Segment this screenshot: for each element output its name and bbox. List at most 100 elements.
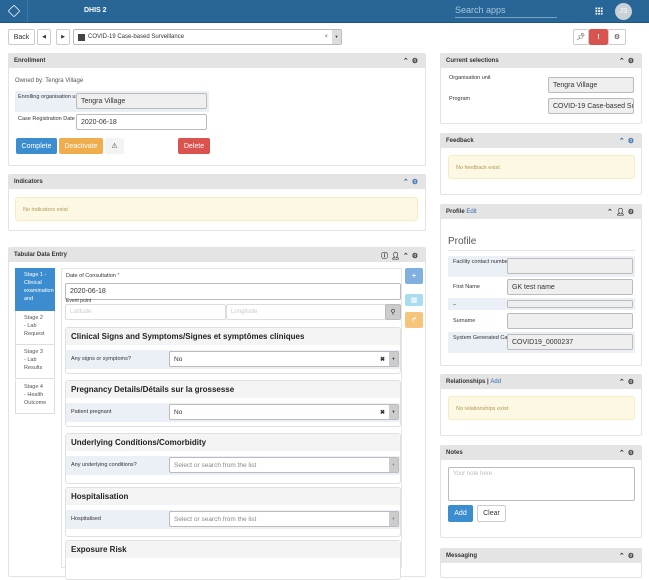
indicators-empty: No indicators exist xyxy=(15,197,418,221)
note-textarea[interactable]: Your note here xyxy=(448,467,635,501)
widget-title: Profile xyxy=(446,209,465,215)
date-label: Case Registration Date xyxy=(18,116,75,122)
pin-icon[interactable]: 📌︎ xyxy=(573,29,589,45)
collapse-user-settings-icons[interactable]: ⌃👤︎⚙ xyxy=(607,208,637,216)
org-unit-label: Organisation unit xyxy=(449,75,491,81)
collapse-settings-icons[interactable]: ⌃⚙ xyxy=(619,57,637,65)
collapse-settings-icons[interactable]: ⌃⚙ xyxy=(619,552,637,560)
section-title: Underlying Conditions/Comorbidity xyxy=(66,434,400,451)
profile-widget: Profile Edit ⌃👤︎⚙ Profile Facility contac… xyxy=(440,204,642,366)
longitude-input[interactable]: Longitude xyxy=(226,304,386,320)
signs-symptoms-select[interactable]: No ✖ ▼ xyxy=(169,351,399,367)
current-selections-widget: Current selections ⌃⚙ Organisation unit T… xyxy=(440,53,642,124)
section-title: Exposure Risk xyxy=(66,541,400,558)
chevron-down-icon: ▼ xyxy=(389,352,398,366)
add-note-button[interactable]: Add xyxy=(448,505,473,522)
clear-note-button[interactable]: Clear xyxy=(477,505,506,522)
collapse-settings-icons[interactable]: ⌃⚙ xyxy=(619,137,637,145)
add-relationship-link[interactable]: Add xyxy=(490,379,501,385)
case-id-field[interactable]: COVID19_0000237 xyxy=(507,334,633,350)
clear-icon: ✖ xyxy=(379,357,385,363)
add-event-button[interactable]: + xyxy=(405,268,423,284)
widget-title: Messaging xyxy=(446,553,478,559)
messaging-widget: Messaging ⌃⚙ xyxy=(440,548,642,578)
collapse-settings-icons[interactable]: ⌃⚙ xyxy=(619,378,637,386)
chevron-down-icon[interactable]: ▼ xyxy=(332,30,341,44)
section-title: Clinical Signs and Symptoms/Signes et sy… xyxy=(66,328,400,345)
search-apps-input[interactable]: Search apps xyxy=(455,5,557,18)
field-label: Patient pregnant xyxy=(71,409,112,415)
section-title: Hospitalisation xyxy=(66,488,400,505)
hospitalised-select[interactable]: Select or search from the list ▼ xyxy=(169,511,399,527)
widget-title: Enrollment xyxy=(14,58,46,64)
feedback-widget: Feedback ⌃⚙ No feedback exist xyxy=(440,133,642,195)
collapse-settings-icons[interactable]: ⌃⚙ xyxy=(403,57,421,65)
section-clinical-signs: Clinical Signs and Symptoms/Signes et sy… xyxy=(65,327,401,374)
org-unit-field: Tengra Village xyxy=(76,93,207,109)
chevron-down-icon: ▼ xyxy=(389,458,398,472)
map-marker-icon[interactable]: ⚲ xyxy=(385,304,401,320)
surname-field[interactable] xyxy=(507,313,633,329)
back-button[interactable]: Back xyxy=(8,29,35,45)
deactivate-button[interactable]: Deactivate xyxy=(59,138,103,154)
facility-contact-field[interactable] xyxy=(507,258,633,274)
stage-tab-2[interactable]: Stage 2 - Lab Request xyxy=(15,311,55,345)
section-hospitalisation: Hospitalisation Hospitalised Select or se… xyxy=(65,487,401,537)
alert-icon[interactable]: ! xyxy=(589,29,608,45)
app-title: DHIS 2 xyxy=(84,7,107,14)
field-label: First Name xyxy=(453,284,480,290)
registration-date-input[interactable]: 2020-06-18 xyxy=(76,114,207,130)
widget-title: Tabular Data Entry xyxy=(14,252,67,258)
warning-icon[interactable]: ⚠ xyxy=(105,138,124,154)
org-unit-label: Enrolling organisation unit xyxy=(18,94,82,100)
section-title: Pregnancy Details/Détails sur la grosses… xyxy=(66,381,400,398)
calendar-icon[interactable]: ▦ xyxy=(405,294,423,306)
chevron-down-icon: ▼ xyxy=(389,512,398,526)
relationships-widget: Relationships | Add ⌃⚙ No relationships e… xyxy=(440,374,642,436)
field-label: Any signs or symptoms? xyxy=(71,356,131,362)
first-name-field[interactable]: GK test name xyxy=(507,279,633,295)
latitude-input[interactable]: Latitude xyxy=(65,304,226,320)
widget-title: Current selections xyxy=(446,58,499,64)
clear-icon[interactable]: × xyxy=(324,34,328,40)
relationships-empty: No relationships exist xyxy=(448,396,635,420)
avatar[interactable]: JS xyxy=(615,3,632,20)
stage-tab-4[interactable]: Stage 4 - Health Outcome xyxy=(15,380,55,414)
feedback-empty: No feedback exist xyxy=(448,155,635,179)
collapse-settings-icons[interactable]: ⌃⚙ xyxy=(403,178,421,186)
widget-header: Enrollment ⌃⚙ xyxy=(9,54,425,68)
indicators-widget: Indicators ⌃⚙ No indicators exist xyxy=(8,174,426,231)
profile-heading: Profile xyxy=(448,236,477,247)
section-pregnancy: Pregnancy Details/Détails sur la grosses… xyxy=(65,380,401,427)
previous-button[interactable]: ◀ xyxy=(37,29,51,45)
program-select[interactable]: COVID-19 Case-based Surveillance × ▼ xyxy=(73,29,342,45)
program-icon xyxy=(78,33,85,41)
delete-button[interactable]: Delete xyxy=(178,138,210,154)
widget-title: Indicators xyxy=(14,179,43,185)
program-field: COVID-19 Case-based Surveillance xyxy=(548,98,634,114)
stage-tab-1[interactable]: Stage 1 - Clinical examination and xyxy=(15,268,55,311)
section-underlying-conditions: Underlying Conditions/Comorbidity Any un… xyxy=(65,433,401,484)
widget-title: Notes xyxy=(446,450,463,456)
info-user-collapse-settings-icons[interactable]: ⓘ👤︎⌃⚙ xyxy=(381,251,421,261)
underlying-conditions-select[interactable]: Select or search from the list ▼ xyxy=(169,457,399,473)
notes-widget: Notes ⌃⚙ Your note here Add Clear xyxy=(440,445,642,538)
gear-icon[interactable]: ⚙ xyxy=(608,29,626,45)
stage-tab-3[interactable]: Stage 3 - Lab Results xyxy=(15,345,55,379)
widget-title: Relationships | xyxy=(446,379,489,385)
complete-button[interactable]: Complete xyxy=(16,138,57,154)
field-label: Any underlying conditions? xyxy=(71,462,137,468)
profile-field[interactable] xyxy=(507,300,633,308)
field-label: Hospitalised xyxy=(71,516,101,522)
apps-grid-icon[interactable] xyxy=(595,7,603,15)
share-icon[interactable]: ↱ xyxy=(405,312,423,328)
patient-pregnant-select[interactable]: No ✖ ▼ xyxy=(169,404,399,420)
collapse-settings-icons[interactable]: ⌃⚙ xyxy=(619,449,637,457)
clear-icon: ✖ xyxy=(379,410,385,416)
org-unit-field: Tengra Village xyxy=(548,77,634,93)
consultation-date-input[interactable]: 2020-06-18 xyxy=(65,283,401,300)
next-button[interactable]: ▶ xyxy=(56,29,70,45)
divider xyxy=(27,0,28,22)
program-label: Program xyxy=(449,96,471,102)
edit-profile-link[interactable]: Edit xyxy=(466,209,476,215)
